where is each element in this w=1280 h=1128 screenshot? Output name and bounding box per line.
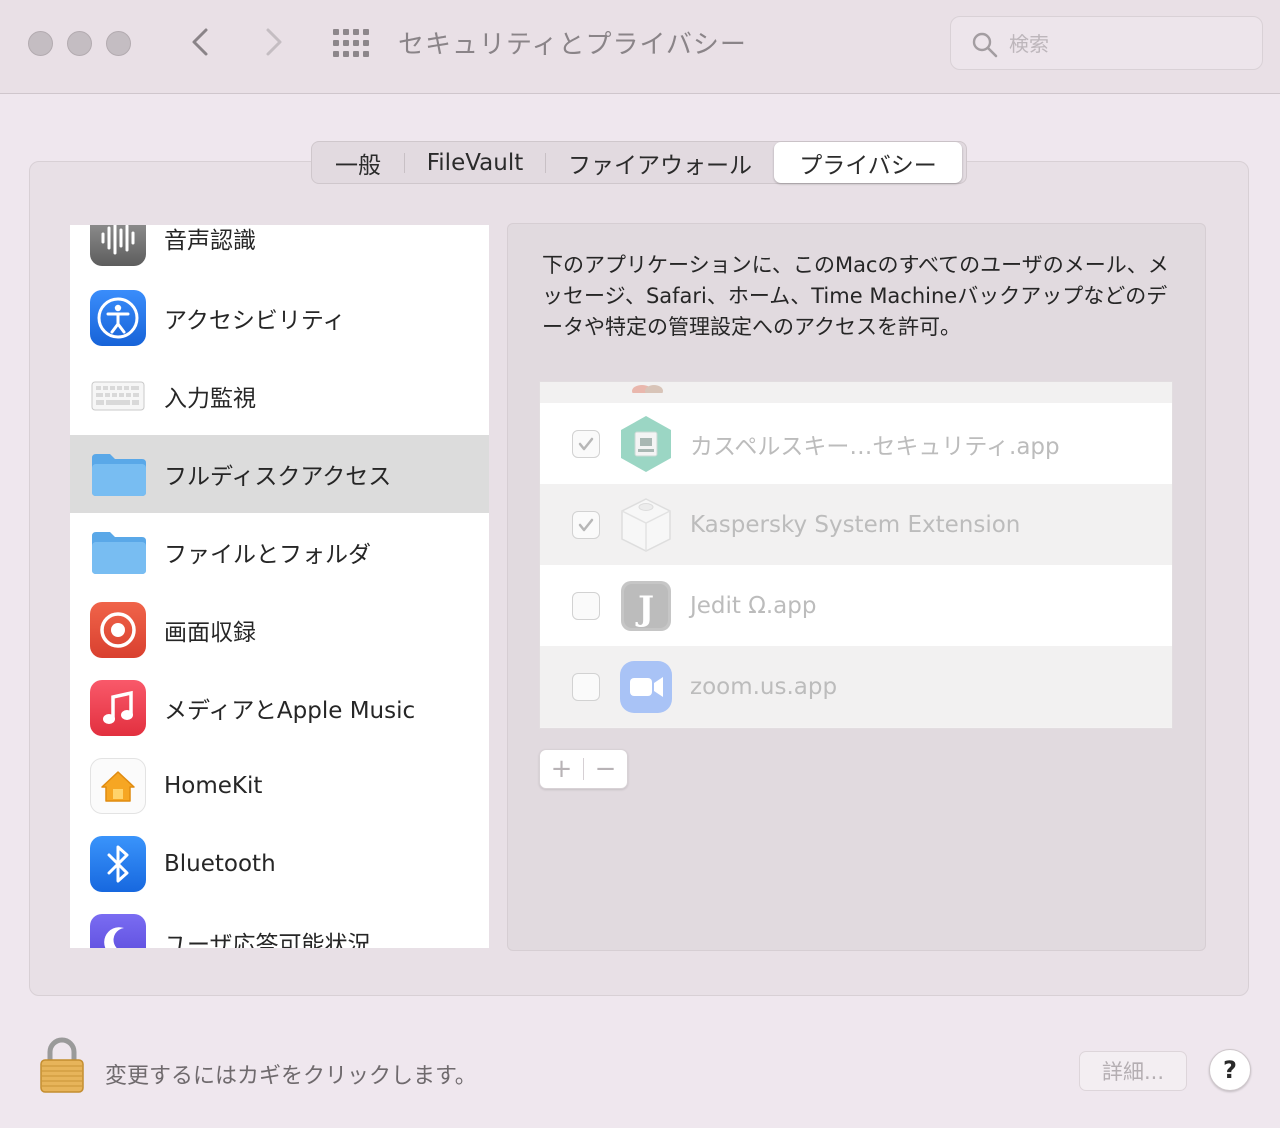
sidebar-item-label: Bluetooth (164, 851, 276, 877)
sidebar-item-bluetooth[interactable]: Bluetooth (70, 825, 489, 903)
checkbox-checked[interactable] (572, 510, 600, 539)
folder-icon (90, 446, 146, 502)
list-item[interactable]: カスペルスキー…セキュリティ.app (540, 403, 1172, 484)
show-all-grid-icon[interactable] (333, 29, 369, 57)
add-app-button[interactable]: + (540, 754, 583, 784)
forward-button[interactable] (258, 24, 288, 60)
sidebar-item-focus-status[interactable]: ユーザ応答可能状況 (70, 903, 489, 948)
sidebar-item-label: 画面収録 (164, 620, 256, 646)
checkbox-unchecked[interactable] (572, 591, 600, 620)
help-button[interactable]: ? (1209, 1049, 1251, 1091)
padlock-icon (40, 1037, 84, 1093)
tab-bar: 一般 FileVault ファイアウォール プライバシー (311, 141, 967, 184)
extension-icon (616, 495, 676, 555)
window-title: セキュリティとプライバシー (398, 30, 747, 60)
add-remove-control: + − (539, 749, 628, 789)
tab-general[interactable]: 一般 (312, 142, 404, 183)
details-button[interactable]: 詳細... (1079, 1051, 1187, 1091)
app-name: カスペルスキー…セキュリティ.app (690, 433, 1060, 460)
minimize-window-button[interactable] (67, 31, 92, 56)
search-input[interactable] (1009, 27, 1249, 61)
accessibility-icon (90, 290, 146, 346)
keyboard-icon (90, 368, 146, 424)
chevron-right-icon (266, 28, 282, 56)
sidebar-item-label: ユーザ応答可能状況 (164, 932, 371, 948)
sidebar-item-accessibility[interactable]: アクセシビリティ (70, 279, 489, 357)
sidebar-item-label: ファイルとフォルダ (164, 542, 371, 568)
kaspersky-security-icon (616, 414, 676, 474)
list-item[interactable]: zoom.us.app (540, 646, 1172, 727)
list-item[interactable]: J Jedit Ω.app (540, 565, 1172, 646)
lock-button[interactable] (38, 1036, 86, 1094)
checkbox-unchecked[interactable] (572, 672, 600, 701)
app-name: Jedit Ω.app (690, 592, 817, 619)
sidebar-item-label: 音声認識 (164, 228, 256, 254)
app-name: zoom.us.app (690, 673, 838, 700)
title-bar: セキュリティとプライバシー (0, 0, 1280, 94)
checkmark-icon (578, 518, 594, 531)
sidebar-item-label: アクセシビリティ (164, 308, 346, 334)
sidebar-item-media-apple-music[interactable]: メディアとApple Music (70, 669, 489, 747)
sidebar-item-label: HomeKit (164, 773, 263, 799)
waveform-icon (90, 225, 146, 266)
svg-text:J: J (635, 589, 654, 629)
zoom-icon (616, 657, 676, 717)
music-note-icon (90, 680, 146, 736)
sidebar-item-label: 入力監視 (164, 386, 256, 412)
access-description: 下のアプリケーションに、このMacのすべてのユーザのメール、メッセージ、Safa… (542, 253, 1169, 339)
folder-icon (90, 524, 146, 580)
home-icon (90, 758, 146, 814)
sidebar-item-homekit[interactable]: HomeKit (70, 747, 489, 825)
tab-privacy[interactable]: プライバシー (774, 142, 962, 183)
chevron-left-icon (192, 28, 208, 56)
tab-firewall[interactable]: ファイアウォール (546, 142, 774, 183)
moon-icon (90, 914, 146, 948)
privacy-category-list[interactable]: 音声認識 アクセシビリティ 入力監視 フルディスクアクセス ファイルとフォルダ … (70, 225, 489, 948)
sidebar-item-full-disk-access[interactable]: フルディスクアクセス (70, 435, 489, 513)
bluetooth-icon (90, 836, 146, 892)
list-item[interactable]: Kaspersky System Extension (540, 484, 1172, 565)
sidebar-item-label: メディアとApple Music (164, 698, 416, 724)
app-list[interactable]: カスペルスキー…セキュリティ.app Kaspersky System Exte… (539, 381, 1173, 729)
sidebar-item-speech-recognition[interactable]: 音声認識 (70, 225, 489, 277)
checkbox-checked[interactable] (572, 429, 600, 458)
sidebar-item-files-and-folders[interactable]: ファイルとフォルダ (70, 513, 489, 591)
sidebar-item-input-monitoring[interactable]: 入力監視 (70, 357, 489, 435)
back-button[interactable] (186, 24, 216, 60)
lock-instruction-text: 変更するにはカギをクリックします。 (105, 1064, 477, 1089)
tab-filevault[interactable]: FileVault (405, 142, 545, 183)
close-window-button[interactable] (28, 31, 53, 56)
sidebar-item-label: フルディスクアクセス (164, 464, 392, 490)
zoom-window-button[interactable] (106, 31, 131, 56)
screen-record-icon (90, 602, 146, 658)
checkmark-icon (578, 437, 594, 450)
list-item (540, 382, 1172, 403)
sidebar-item-screen-recording[interactable]: 画面収録 (70, 591, 489, 669)
app-icon (616, 382, 676, 393)
app-name: Kaspersky System Extension (690, 511, 1021, 538)
search-icon (972, 32, 998, 58)
jedit-icon: J (616, 576, 676, 636)
remove-app-button[interactable]: − (584, 754, 627, 784)
search-field[interactable] (950, 16, 1263, 70)
